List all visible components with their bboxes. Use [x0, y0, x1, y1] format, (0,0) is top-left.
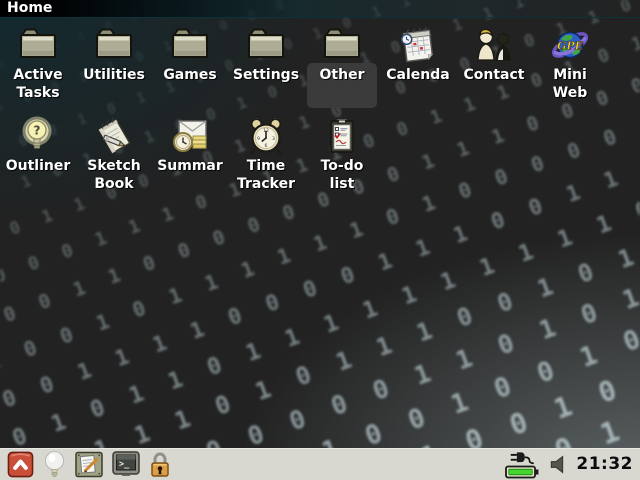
icon-label: Contact: [464, 66, 525, 84]
desktop-icon-other[interactable]: Other: [304, 25, 380, 102]
lightbulb-question-icon: [18, 116, 58, 156]
terminal-button[interactable]: [112, 451, 140, 477]
battery-full-green-icon: [505, 465, 539, 479]
icon-label: Utilities: [83, 66, 145, 84]
desktop-icon-settings[interactable]: Settings: [228, 25, 304, 102]
alarm-clock-icon: [246, 116, 286, 156]
desktop-icon-outliner[interactable]: Outliner: [0, 116, 76, 193]
icon-label: Other: [320, 66, 365, 84]
speaker-icon: [547, 454, 566, 475]
icon-label: Active Tasks: [13, 66, 62, 102]
contacts-icon: [474, 25, 514, 65]
notes-pencil-icon: [75, 451, 103, 478]
gpe-globe-icon: [550, 25, 590, 65]
icon-label: Summar: [157, 157, 223, 175]
lock-button[interactable]: [149, 450, 171, 478]
volume-control[interactable]: [547, 454, 566, 475]
desktop-icon-row-2: Outliner Sketch Book Summar Time Tracker…: [0, 116, 380, 193]
desktop-icon-todo-list[interactable]: To-do list: [304, 116, 380, 193]
desktop-icon-contacts[interactable]: Contact: [456, 25, 532, 102]
todo-clipboard-icon: [322, 116, 362, 156]
menu-up-arrow-icon: [7, 451, 34, 478]
folder-icon: [322, 25, 362, 65]
sketchpad-pen-icon: [94, 116, 134, 156]
calendar-icon: [398, 25, 438, 65]
desktop-icon-summary[interactable]: Summar: [152, 116, 228, 193]
desktop-icon-time-tracker[interactable]: Time Tracker: [228, 116, 304, 193]
menu-button[interactable]: [7, 451, 34, 478]
desktop-icon-row-1: Active Tasks Utilities Games Settings Ot…: [0, 25, 608, 102]
icon-label: Mini Web: [553, 66, 587, 102]
battery-status[interactable]: [503, 450, 541, 479]
lightbulb-icon: [43, 450, 66, 479]
folder-icon: [246, 25, 286, 65]
icon-label: Time Tracker: [237, 157, 295, 193]
page-title: Home: [7, 0, 52, 17]
desktop-icon-active-tasks[interactable]: Active Tasks: [0, 25, 76, 102]
ac-plug-icon: [509, 450, 535, 465]
icon-label: To-do list: [321, 157, 364, 193]
backlight-button[interactable]: [43, 450, 66, 479]
icon-label: Outliner: [6, 157, 71, 175]
padlock-icon: [149, 450, 171, 478]
desktop-icon-mini-web[interactable]: Mini Web: [532, 25, 608, 102]
icon-label: Calenda: [386, 66, 449, 84]
folder-icon: [18, 25, 58, 65]
desktop-icon-sketch-book[interactable]: Sketch Book: [76, 116, 152, 193]
notes-button[interactable]: [75, 451, 103, 478]
icon-label: Sketch Book: [87, 157, 140, 193]
desktop-icon-calendar[interactable]: Calenda: [380, 25, 456, 102]
desktop-screen: 1 1 1 1 1 1 0 0 0 0 1 1 1 0 0 0 1 1 1 0 …: [0, 0, 640, 480]
desktop-icon-games[interactable]: Games: [152, 25, 228, 102]
folder-icon: [170, 25, 210, 65]
terminal-icon: [112, 451, 140, 477]
icon-label: Settings: [233, 66, 299, 84]
desktop-icon-utilities[interactable]: Utilities: [76, 25, 152, 102]
status-tray: 21:32: [503, 450, 635, 479]
taskbar-clock[interactable]: 21:32: [576, 454, 633, 474]
titlebar: Home: [0, 0, 640, 18]
taskbar: 21:32: [0, 448, 640, 480]
icon-label: Games: [163, 66, 216, 84]
envelope-clock-icon: [170, 116, 210, 156]
folder-icon: [94, 25, 134, 65]
